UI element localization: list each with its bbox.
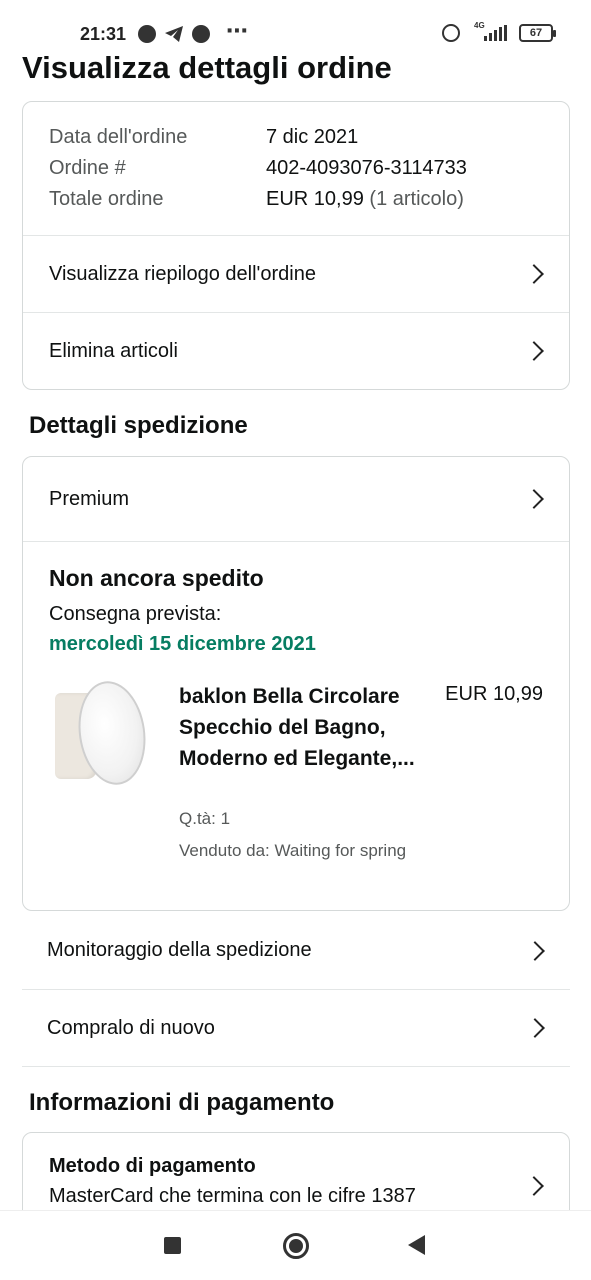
chevron-right-icon	[525, 940, 545, 961]
shipment-status: Non ancora spedito	[49, 565, 264, 591]
order-number-label: Ordine #	[49, 157, 126, 179]
notification-icons	[138, 25, 210, 43]
delivery-label: Consegna prevista:	[49, 603, 222, 625]
view-order-summary-label: Visualizza riepilogo dell'ordine	[49, 262, 316, 285]
chevron-right-icon	[525, 1018, 545, 1038]
track-shipment-link[interactable]: Monitoraggio della spedizione	[22, 912, 570, 989]
order-total-value-group: EUR 10,99 (1 articolo)	[266, 188, 464, 211]
track-shipment-label: Monitoraggio della spedizione	[47, 939, 312, 961]
system-navigation-bar	[0, 1210, 591, 1280]
buy-again-link[interactable]: Compralo di nuovo	[22, 990, 570, 1066]
order-date-label: Data dell'ordine	[49, 126, 188, 148]
chevron-right-icon	[524, 1176, 544, 1196]
payment-method-value: MasterCard che termina con le cifre 1387	[49, 1185, 416, 1207]
network-type: 4G	[474, 21, 485, 30]
order-number-value: 402-4093076-3114733	[266, 157, 467, 179]
order-date-value: 7 dic 2021	[266, 126, 359, 148]
chevron-right-icon	[524, 264, 544, 284]
payment-method-label: Metodo di pagamento	[49, 1155, 256, 1177]
delivery-date: mercoledì 15 dicembre 2021	[49, 633, 316, 655]
delete-items-label: Elimina articoli	[49, 339, 178, 362]
product-title-link[interactable]: baklon Bella Circolare Specchio del Bagn…	[179, 681, 419, 774]
telegram-icon	[165, 26, 183, 42]
divider	[23, 541, 569, 542]
product-quantity: Q.tà: 1	[179, 809, 231, 828]
facebook-icon	[138, 25, 156, 43]
shipping-type-label: Premium	[49, 487, 130, 510]
shipping-type-link[interactable]: Premium	[23, 457, 569, 541]
status-time: 21:31	[80, 24, 127, 44]
buy-again-label: Compralo di nuovo	[47, 1016, 215, 1039]
more-notifications-icon: ⋯	[226, 18, 249, 43]
shipping-card: Premium Non ancora spedito Consegna prev…	[22, 456, 570, 911]
order-summary-card: Data dell'ordine 7 dic 2021 Ordine # 402…	[22, 101, 570, 390]
delete-items-link[interactable]: Elimina articoli	[23, 313, 569, 389]
chevron-right-icon	[524, 489, 544, 509]
back-button[interactable]	[408, 1235, 425, 1255]
home-button[interactable]	[283, 1233, 309, 1259]
recent-apps-button[interactable]	[164, 1237, 181, 1254]
shipping-section-title: Dettagli spedizione	[29, 412, 248, 439]
divider	[22, 1066, 570, 1067]
chrome-icon	[192, 25, 210, 43]
view-order-summary-link[interactable]: Visualizza riepilogo dell'ordine	[23, 236, 569, 312]
signal-icon: 4G	[472, 21, 507, 41]
product-image[interactable]	[53, 676, 153, 790]
alarm-icon	[442, 24, 460, 42]
payment-section-title: Informazioni di pagamento	[29, 1089, 335, 1116]
chevron-right-icon	[524, 341, 544, 361]
status-bar: 21:31 ⋯ 4G 67	[0, 0, 591, 52]
system-icons: 4G 67	[442, 21, 556, 42]
product-price: EUR 10,99	[445, 683, 543, 705]
order-item-count: (1 articolo)	[369, 188, 464, 210]
order-total-label: Totale ordine	[49, 188, 164, 210]
product-seller: Venduto da: Waiting for spring	[179, 841, 407, 860]
battery-icon: 67	[519, 24, 556, 42]
page-title: Visualizza dettagli ordine	[22, 50, 392, 85]
order-total-value: EUR 10,99	[266, 188, 364, 210]
